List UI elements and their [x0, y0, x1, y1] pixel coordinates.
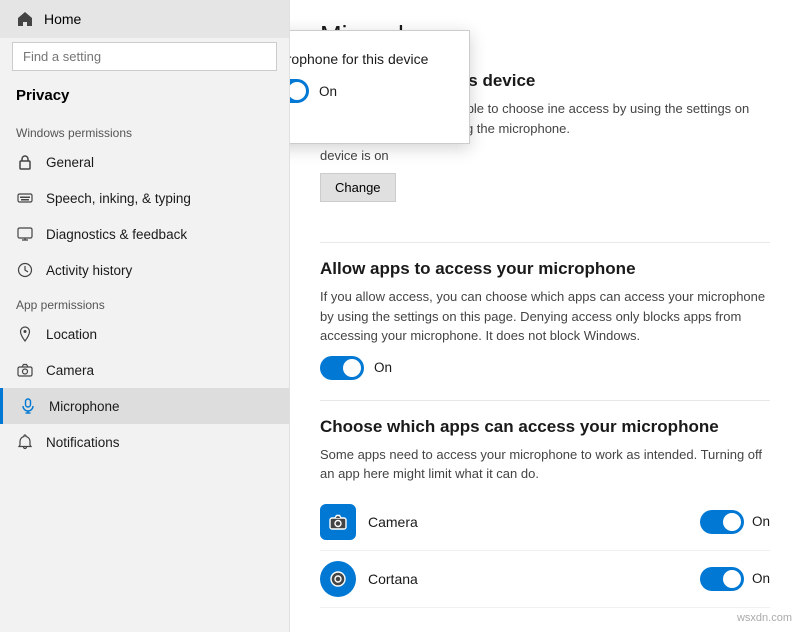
popup-toggle-label: On [319, 84, 337, 99]
divider1 [320, 242, 770, 243]
activity-label: Activity history [46, 263, 132, 278]
section3-title: Choose which apps can access your microp… [320, 417, 770, 437]
location-label: Location [46, 327, 97, 342]
sidebar-item-general[interactable]: General [0, 144, 289, 180]
popup-overlay: Microphone for this device On [290, 30, 470, 144]
microphone-icon [19, 397, 37, 415]
apps-toggle-row: On [320, 356, 770, 380]
app-row-camera: Camera On [320, 494, 770, 551]
watermark: wsxdn.com [737, 612, 792, 624]
search-container [12, 42, 277, 71]
section2-desc: If you allow access, you can choose whic… [320, 287, 770, 346]
home-icon [16, 10, 34, 28]
cortana-app-name: Cortana [368, 571, 700, 587]
sidebar-item-notifications[interactable]: Notifications [0, 424, 289, 460]
popup-toggle-row: On [290, 79, 445, 103]
bell-icon [16, 433, 34, 451]
camera-label: Camera [46, 363, 94, 378]
keyboard-icon [16, 189, 34, 207]
camera-icon [16, 361, 34, 379]
diagnostics-label: Diagnostics & feedback [46, 227, 187, 242]
camera-app-toggle[interactable] [700, 510, 744, 534]
monitor-icon [16, 225, 34, 243]
section3-desc: Some apps need to access your microphone… [320, 445, 770, 484]
camera-app-name: Camera [368, 514, 700, 530]
general-label: General [46, 155, 94, 170]
app-row-cortana: Cortana On [320, 551, 770, 608]
app-permissions-header: App permissions [0, 288, 289, 316]
sidebar-item-diagnostics[interactable]: Diagnostics & feedback [0, 216, 289, 252]
cortana-app-icon [320, 561, 356, 597]
speech-label: Speech, inking, & typing [46, 191, 191, 206]
apps-access-toggle[interactable] [320, 356, 364, 380]
divider2 [320, 400, 770, 401]
home-label: Home [44, 11, 81, 27]
windows-permissions-header: Windows permissions [0, 116, 289, 144]
sidebar: Home Privacy Windows permissions General [0, 0, 290, 632]
cortana-app-toggle[interactable] [700, 567, 744, 591]
sidebar-item-microphone[interactable]: Microphone [0, 388, 289, 424]
sidebar-home-button[interactable]: Home [0, 0, 289, 38]
main-content: Microphone for this device On Microphone… [290, 0, 800, 632]
sidebar-item-camera[interactable]: Camera [0, 352, 289, 388]
search-input[interactable] [12, 42, 277, 71]
sidebar-item-speech[interactable]: Speech, inking, & typing [0, 180, 289, 216]
notifications-label: Notifications [46, 435, 120, 450]
camera-toggle-row: On [700, 510, 770, 534]
cortana-toggle-row: On [700, 567, 770, 591]
device-toggle[interactable] [290, 79, 309, 103]
lock-icon [16, 153, 34, 171]
camera-toggle-label: On [752, 514, 770, 529]
microphone-label: Microphone [49, 399, 120, 414]
location-icon [16, 325, 34, 343]
sidebar-item-activity[interactable]: Activity history [0, 252, 289, 288]
popup-title: Microphone for this device [290, 51, 445, 67]
section2-title: Allow apps to access your microphone [320, 259, 770, 279]
change-button[interactable]: Change [320, 173, 396, 202]
sidebar-item-location[interactable]: Location [0, 316, 289, 352]
apps-toggle-label: On [374, 360, 392, 375]
cortana-toggle-label: On [752, 571, 770, 586]
camera-app-icon [320, 504, 356, 540]
clock-icon [16, 261, 34, 279]
device-status: device is on [320, 148, 770, 163]
privacy-title: Privacy [0, 79, 289, 116]
popup-box: Microphone for this device On [290, 30, 470, 144]
